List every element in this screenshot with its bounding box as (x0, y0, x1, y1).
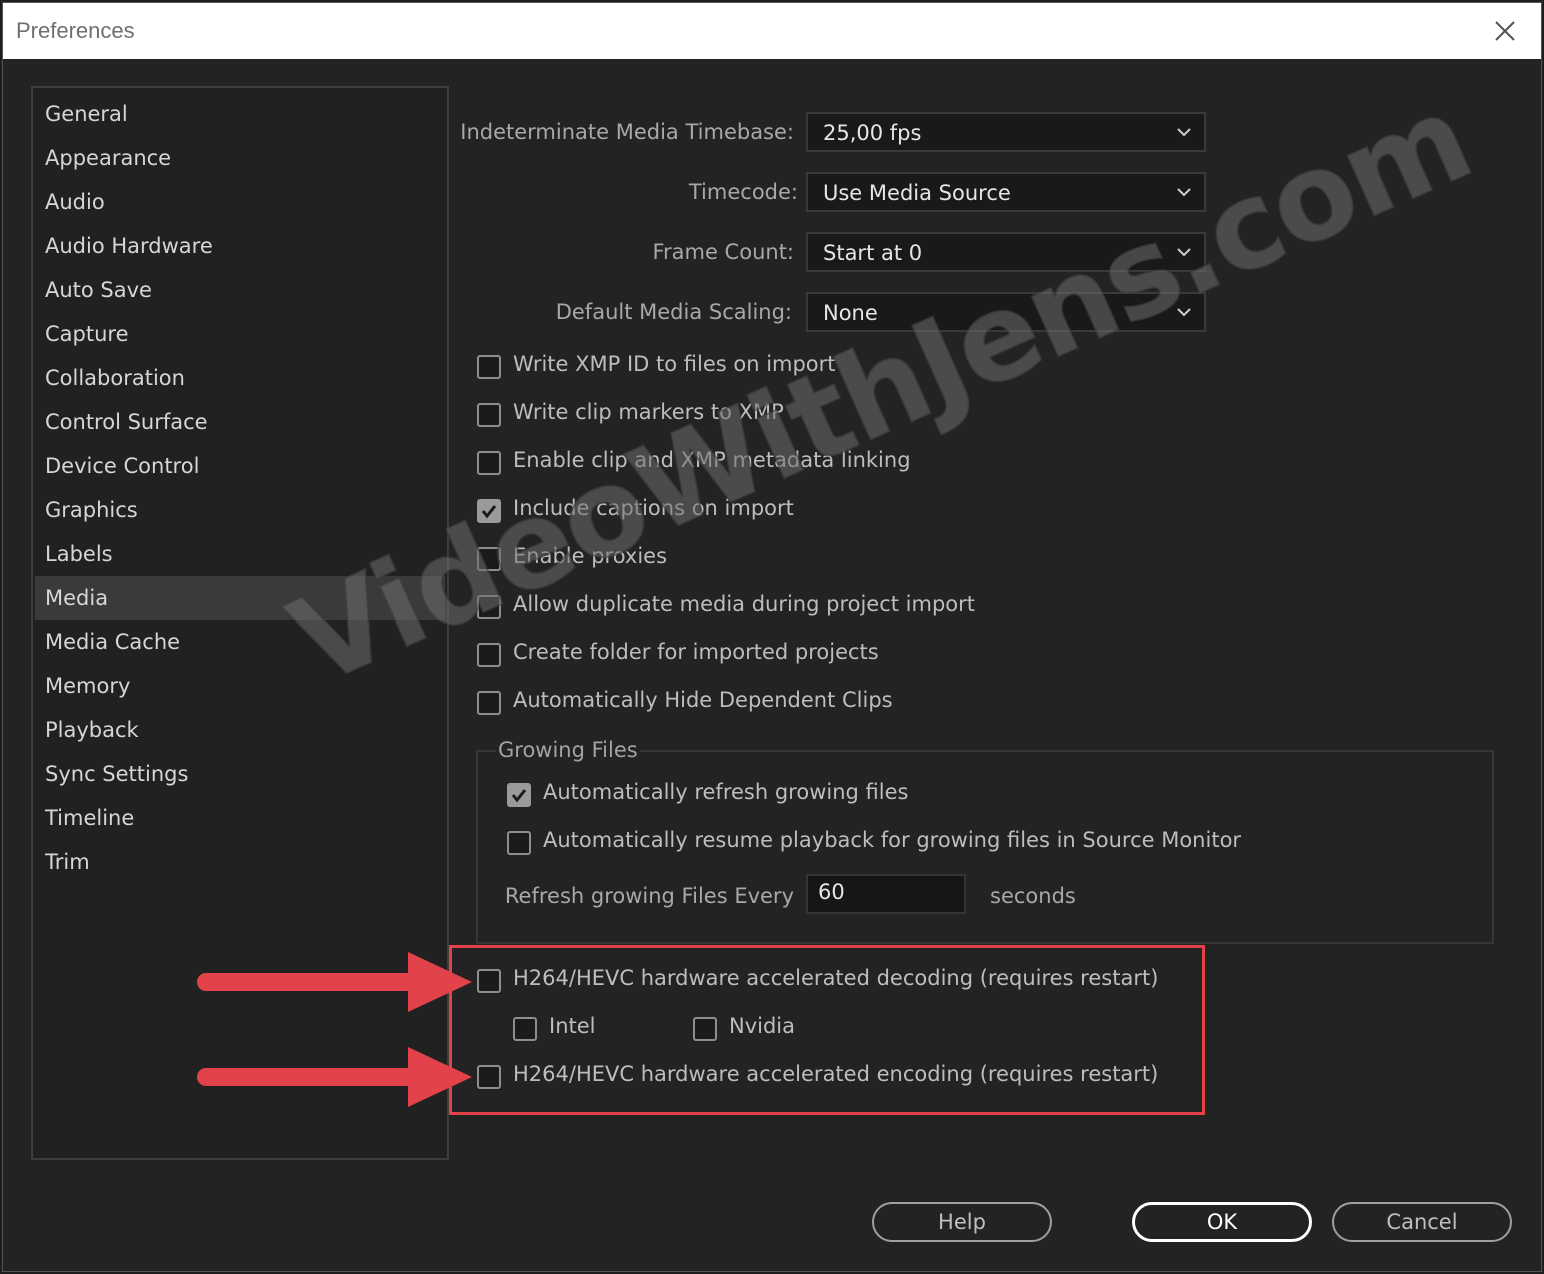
sidebar-item-collaboration[interactable]: Collaboration (35, 356, 445, 400)
sidebar-item-audio[interactable]: Audio (35, 180, 445, 224)
checkbox-box (477, 355, 501, 379)
refresh-interval-label: Refresh growing Files Every (504, 884, 794, 908)
hide-dependent-label: Automatically Hide Dependent Clips (513, 688, 893, 712)
auto-resume-label: Automatically resume playback for growin… (543, 828, 1242, 852)
checkmark-icon (511, 789, 527, 803)
sidebar-item-graphics[interactable]: Graphics (35, 488, 445, 532)
checkbox-box (507, 831, 531, 855)
sidebar-item-media-cache[interactable]: Media Cache (35, 620, 445, 664)
sidebar-item-capture[interactable]: Capture (35, 312, 445, 356)
chevron-down-icon (1177, 188, 1191, 197)
chevron-down-icon (1177, 128, 1191, 137)
close-button[interactable] (1487, 13, 1523, 49)
timebase-dropdown[interactable]: 25,00 fps (806, 112, 1206, 152)
auto-refresh-label: Automatically refresh growing files (543, 780, 909, 804)
sidebar-item-timeline[interactable]: Timeline (35, 796, 445, 840)
frame-count-label: Frame Count: (652, 240, 794, 264)
refresh-unit-label: seconds (990, 884, 1076, 908)
sidebar-item-control-surface[interactable]: Control Surface (35, 400, 445, 444)
captions-label: Include captions on import (513, 496, 794, 520)
checkbox-box (477, 643, 501, 667)
highlight-box (449, 945, 1205, 1115)
ok-button[interactable]: OK (1132, 1202, 1312, 1242)
sidebar-item-memory[interactable]: Memory (35, 664, 445, 708)
growing-files-title: Growing Files (496, 738, 640, 762)
metadata-linking-label: Enable clip and XMP metadata linking (513, 448, 911, 472)
checkbox-box (477, 403, 501, 427)
scaling-value: None (823, 301, 878, 325)
sidebar-item-trim[interactable]: Trim (35, 840, 445, 884)
cancel-button[interactable]: Cancel (1332, 1202, 1512, 1242)
timecode-value: Use Media Source (823, 181, 1011, 205)
scaling-label: Default Media Scaling: (555, 300, 792, 324)
sidebar-item-audio-hardware[interactable]: Audio Hardware (35, 224, 445, 268)
sidebar-item-playback[interactable]: Playback (35, 708, 445, 752)
sidebar-item-labels[interactable]: Labels (35, 532, 445, 576)
scaling-dropdown[interactable]: None (806, 292, 1206, 332)
checkbox-box (477, 595, 501, 619)
frame-count-dropdown[interactable]: Start at 0 (806, 232, 1206, 272)
sidebar-item-auto-save[interactable]: Auto Save (35, 268, 445, 312)
title-bar: Preferences (3, 3, 1541, 59)
checkmark-icon (481, 505, 497, 519)
help-button[interactable]: Help (872, 1202, 1052, 1242)
frame-count-value: Start at 0 (823, 241, 923, 265)
arrow-right-icon (197, 1047, 472, 1107)
sidebar-item-sync-settings[interactable]: Sync Settings (35, 752, 445, 796)
checkbox-box (477, 691, 501, 715)
create-folder-label: Create folder for imported projects (513, 640, 879, 664)
write-xmp-label: Write XMP ID to files on import (513, 352, 836, 376)
sidebar-item-general[interactable]: General (35, 92, 445, 136)
timebase-label: Indeterminate Media Timebase: (460, 120, 794, 144)
chevron-down-icon (1177, 248, 1191, 257)
dialog-title: Preferences (16, 18, 135, 43)
timebase-value: 25,00 fps (823, 121, 922, 145)
checkbox-box (477, 451, 501, 475)
sidebar-item-appearance[interactable]: Appearance (35, 136, 445, 180)
proxies-label: Enable proxies (513, 544, 668, 568)
chevron-down-icon (1177, 308, 1191, 317)
timecode-label: Timecode: (688, 180, 798, 204)
sidebar-item-media[interactable]: Media (35, 576, 445, 620)
timecode-dropdown[interactable]: Use Media Source (806, 172, 1206, 212)
close-icon (1495, 21, 1515, 41)
checkbox-box (477, 499, 501, 523)
checkbox-box (507, 783, 531, 807)
refresh-interval-input[interactable]: 60 (806, 874, 966, 914)
duplicate-media-label: Allow duplicate media during project imp… (513, 592, 976, 616)
clip-markers-label: Write clip markers to XMP (513, 400, 784, 424)
sidebar-item-device-control[interactable]: Device Control (35, 444, 445, 488)
arrow-right-icon (197, 952, 472, 1012)
checkbox-box (477, 547, 501, 571)
